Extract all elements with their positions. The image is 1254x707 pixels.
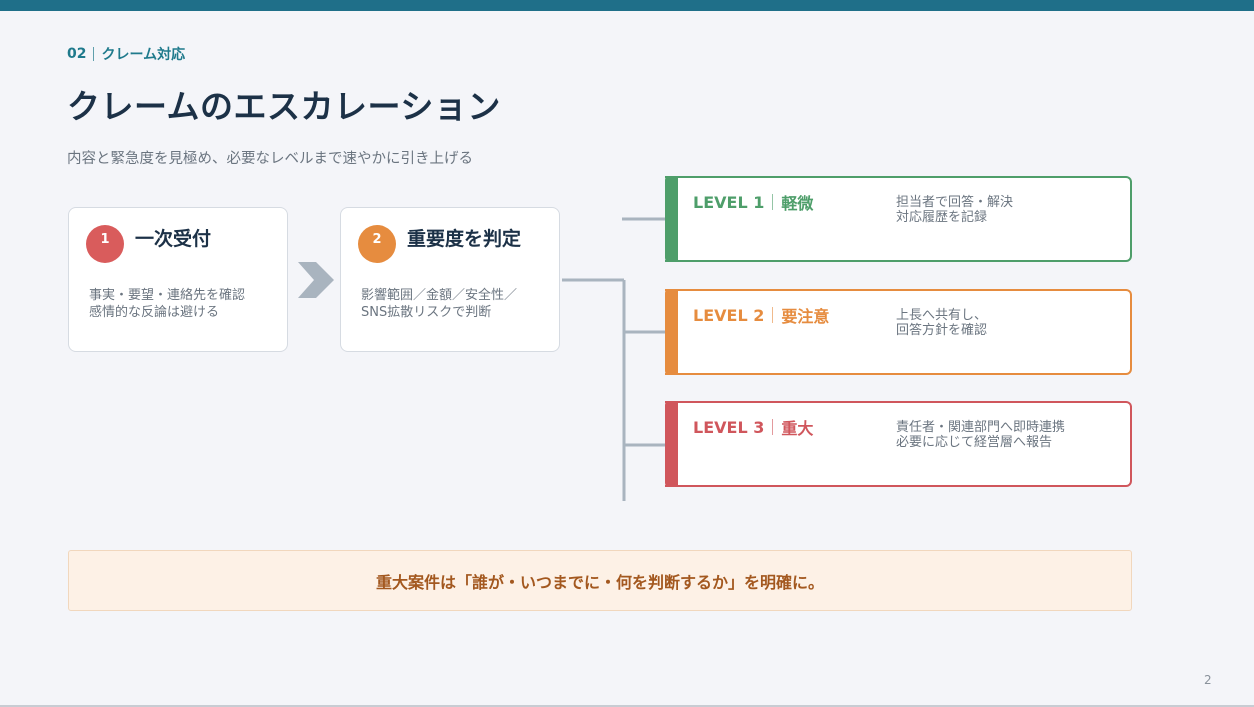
step-card-intake: 1 一次受付 事実・要望・連絡先を確認 感情的な反論は避ける [68, 207, 288, 352]
step-title: 重要度を判定 [407, 228, 522, 250]
section-divider [93, 47, 95, 61]
level-heading: LEVEL 3 重大 [693, 415, 813, 439]
level-name: 軽微 [781, 194, 814, 213]
step-title: 一次受付 [135, 228, 212, 250]
top-accent-bar [0, 0, 1254, 11]
page-title: クレームのエスカレーション [67, 87, 501, 126]
level-card-1: LEVEL 1 軽微 担当者で回答・解決 対応履歴を記録 [665, 176, 1132, 262]
step-number-badge: 1 [86, 225, 124, 263]
section-number: 02 [67, 46, 87, 62]
page-number: 2 [1204, 673, 1212, 687]
level-name: 要注意 [781, 307, 830, 326]
level-description: 責任者・関連部門へ即時連携 必要に応じて経営層へ報告 [896, 420, 1065, 450]
level-description-line: 回答方針を確認 [896, 323, 988, 338]
step-description-line: 事実・要望・連絡先を確認 [89, 288, 246, 303]
step-description: 影響範囲／金額／安全性／ SNS拡散リスクで判断 [361, 287, 551, 321]
level-label: LEVEL 3 [693, 417, 765, 437]
level-card-2: LEVEL 2 要注意 上長へ共有し、 回答方針を確認 [665, 289, 1132, 375]
level-description-line: 必要に応じて経営層へ報告 [896, 435, 1053, 450]
step-description: 事実・要望・連絡先を確認 感情的な反論は避ける [89, 287, 279, 321]
level-description-line: 担当者で回答・解決 [896, 195, 1014, 210]
step-description-line: 感情的な反論は避ける [89, 305, 220, 320]
level-divider [772, 307, 774, 323]
level-accent-bar [665, 289, 678, 375]
step-description-line: SNS拡散リスクで判断 [361, 305, 492, 320]
step-card-severity: 2 重要度を判定 影響範囲／金額／安全性／ SNS拡散リスクで判断 [340, 207, 560, 352]
level-description: 上長へ共有し、 回答方針を確認 [896, 308, 987, 338]
chevron-right-icon [298, 262, 334, 298]
section-name: クレーム対応 [101, 47, 186, 63]
level-heading: LEVEL 1 軽微 [693, 190, 813, 214]
section-label: 02 クレーム対応 [67, 44, 185, 64]
level-name: 重大 [781, 419, 814, 438]
callout-note: 重大案件は「誰が・いつまでに・何を判断するか」を明確に。 [68, 550, 1132, 611]
level-description: 担当者で回答・解決 対応履歴を記録 [896, 195, 1013, 225]
level-description-line: 責任者・関連部門へ即時連携 [896, 420, 1066, 435]
level-description-line: 上長へ共有し、 [896, 308, 988, 323]
level-description-line: 対応履歴を記録 [896, 210, 988, 225]
step-description-line: 影響範囲／金額／安全性／ [361, 288, 518, 303]
level-label: LEVEL 1 [693, 192, 765, 212]
level-accent-bar [665, 176, 678, 262]
branch-connector [562, 217, 666, 501]
level-accent-bar [665, 401, 678, 487]
step-number-badge: 2 [358, 225, 396, 263]
level-card-3: LEVEL 3 重大 責任者・関連部門へ即時連携 必要に応じて経営層へ報告 [665, 401, 1132, 487]
page-subtitle: 内容と緊急度を見極め、必要なレベルまで速やかに引き上げる [67, 151, 473, 167]
level-divider [772, 194, 774, 210]
level-divider [772, 419, 774, 435]
level-label: LEVEL 2 [693, 305, 765, 325]
level-heading: LEVEL 2 要注意 [693, 303, 829, 327]
